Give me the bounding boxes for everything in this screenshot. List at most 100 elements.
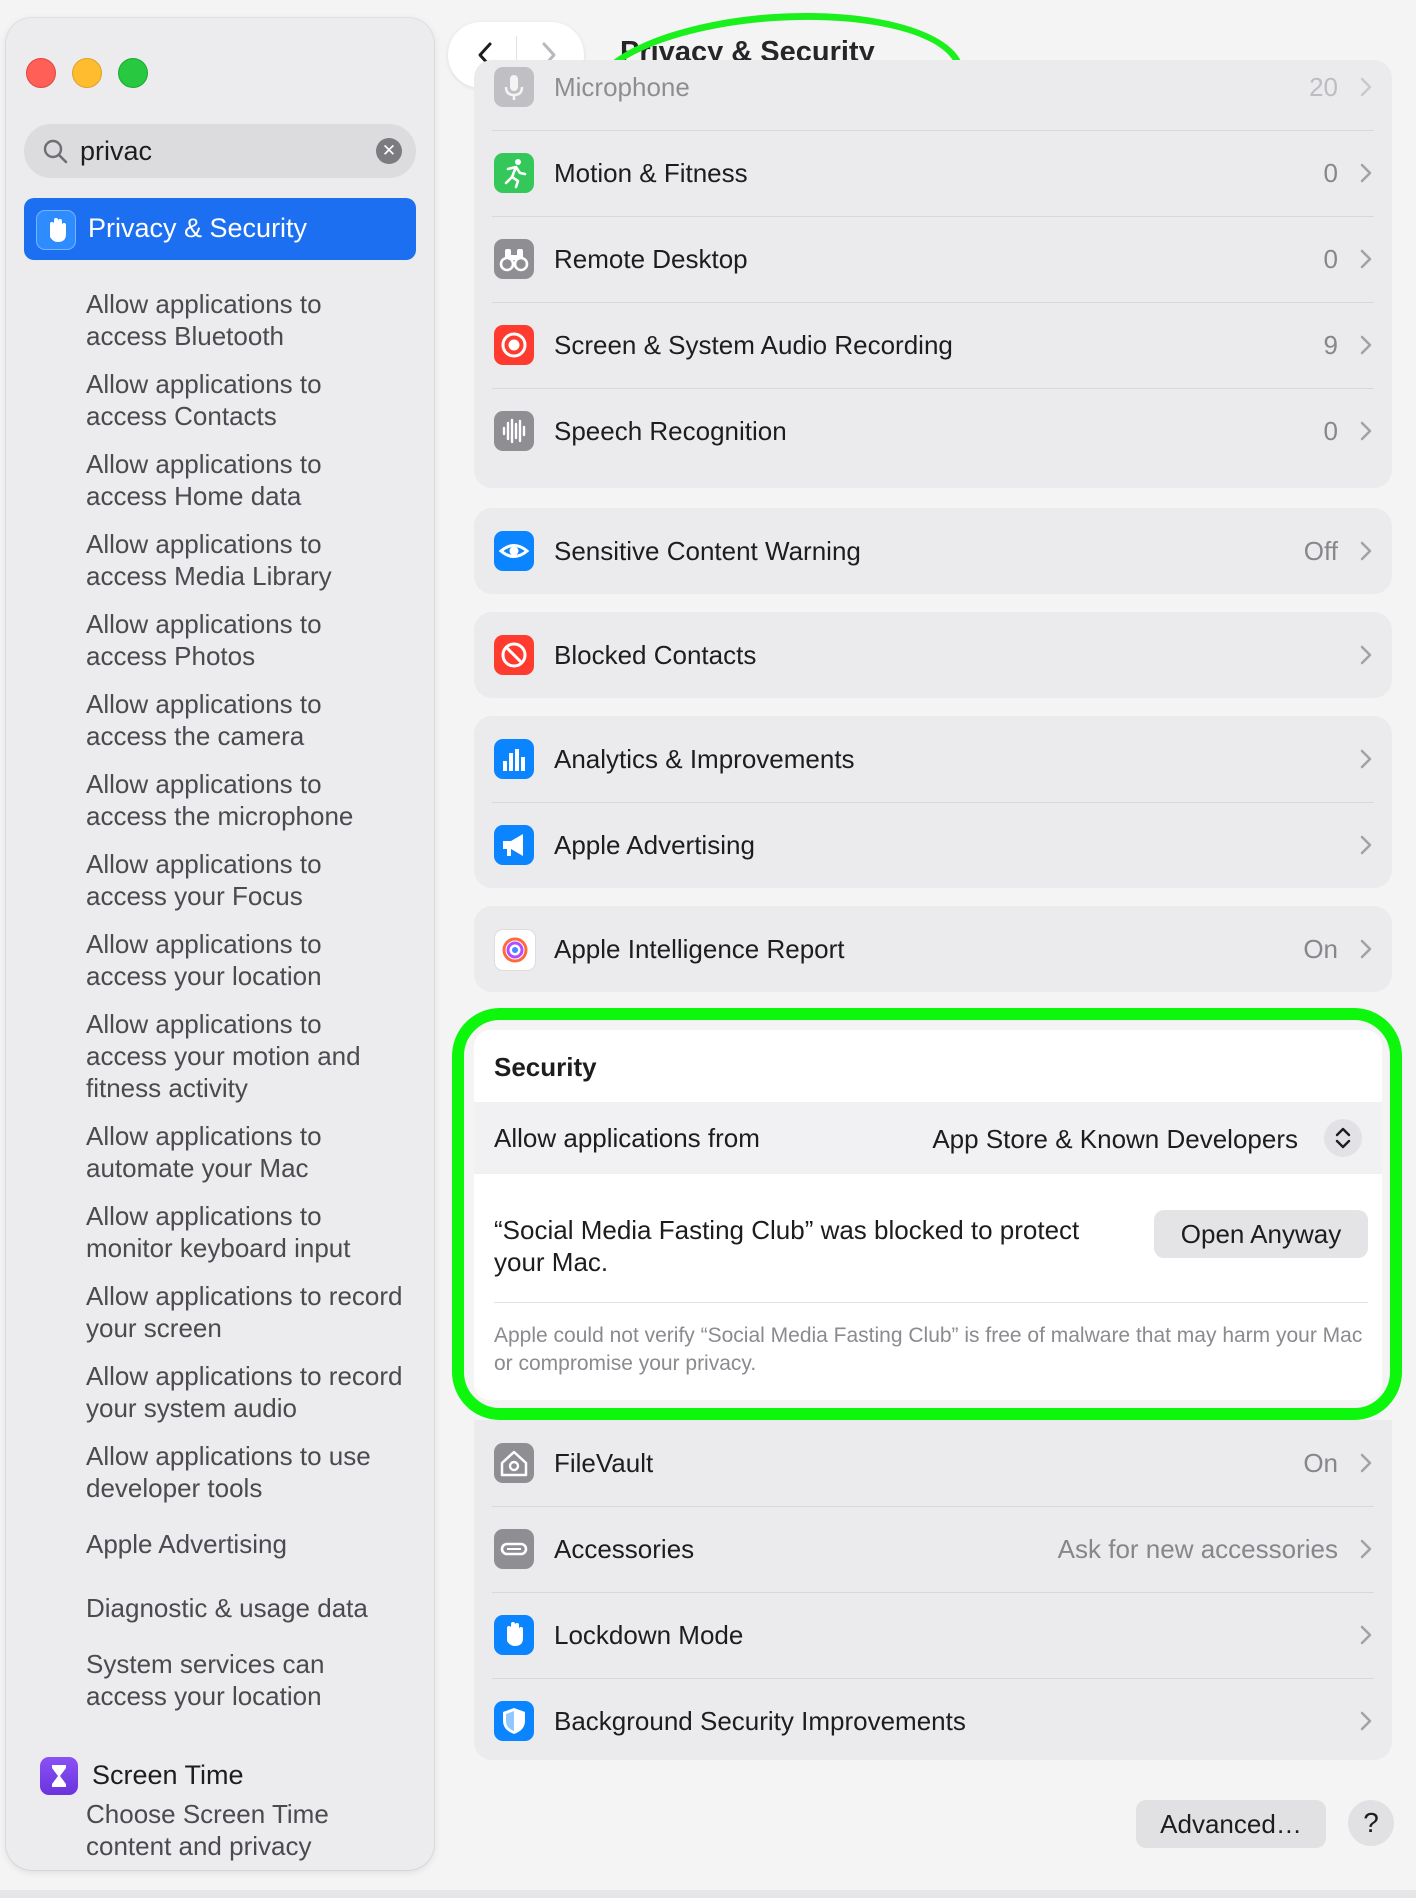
sidebar-subitem[interactable]: Allow applications to access Home data <box>86 448 406 512</box>
row-blocked-contacts[interactable]: Blocked Contacts <box>474 612 1392 698</box>
close-window-button[interactable] <box>26 58 56 88</box>
intelligence-group: Apple Intelligence Report On <box>474 906 1392 992</box>
help-button[interactable]: ? <box>1348 1800 1394 1846</box>
row-label: Apple Intelligence Report <box>554 934 845 964</box>
row-label: Motion & Fitness <box>554 158 748 188</box>
sidebar-subitem[interactable]: Allow applications to access the camera <box>86 688 406 752</box>
search-input[interactable]: privac <box>80 136 152 167</box>
sidebar-subitem[interactable]: Allow applications to access your locati… <box>86 928 406 992</box>
row-label: Microphone <box>554 72 690 102</box>
sidebar-item-privacy-security[interactable]: Privacy & Security <box>24 198 416 260</box>
row-label: Speech Recognition <box>554 416 787 446</box>
sensitive-content-group: Sensitive Content Warning Off <box>474 508 1392 594</box>
chevron-right-icon <box>1360 1711 1372 1731</box>
row-filevault[interactable]: FileVault On <box>474 1420 1392 1506</box>
running-figure-icon <box>494 153 534 193</box>
waveform-icon <box>494 411 534 451</box>
zoom-window-button[interactable] <box>118 58 148 88</box>
blocked-icon <box>494 635 534 675</box>
sidebar-item-label: Privacy & Security <box>88 213 308 243</box>
microphone-icon <box>494 67 534 107</box>
row-lockdown-mode[interactable]: Lockdown Mode <box>474 1592 1392 1678</box>
row-motion-fitness[interactable]: Motion & Fitness 0 <box>474 130 1392 216</box>
row-label: Lockdown Mode <box>554 1620 744 1650</box>
row-apple-intelligence-report[interactable]: Apple Intelligence Report On <box>474 906 1392 992</box>
clear-search-icon[interactable]: ✕ <box>376 138 402 164</box>
row-label: Background Security Improvements <box>554 1706 966 1736</box>
row-screen-system-audio-recording[interactable]: Screen & System Audio Recording 9 <box>474 302 1392 388</box>
sidebar-subitem[interactable]: Allow applications to automate your Mac <box>86 1120 406 1184</box>
analytics-group: Analytics & Improvements Apple Advertisin… <box>474 716 1392 888</box>
accessory-icon <box>494 1529 534 1569</box>
row-sensitive-content[interactable]: Sensitive Content Warning Off <box>474 508 1392 594</box>
megaphone-icon <box>494 825 534 865</box>
sidebar-subitem[interactable]: Allow applications to access Photos <box>86 608 406 672</box>
sidebar-subitem[interactable]: Allow applications to access Contacts <box>86 368 406 432</box>
row-value: 20 <box>1309 72 1338 102</box>
sidebar-subitem[interactable]: Allow applications to use developer tool… <box>86 1440 406 1504</box>
house-lock-icon <box>494 1443 534 1483</box>
sidebar-subitem[interactable]: Allow applications to access Bluetooth <box>86 288 406 352</box>
chevron-right-icon <box>1360 749 1372 769</box>
hand-icon <box>36 210 76 250</box>
sidebar-subitem[interactable]: Choose Screen Time content and privacy <box>86 1798 406 1862</box>
chevron-right-icon <box>1360 249 1372 269</box>
sidebar-subitem[interactable]: Diagnostic & usage data <box>86 1592 406 1624</box>
row-apple-advertising[interactable]: Apple Advertising <box>474 802 1392 888</box>
row-accessories[interactable]: Accessories Ask for new accessories <box>474 1506 1392 1592</box>
sidebar-item-label: Screen Time <box>92 1760 244 1790</box>
row-speech-recognition[interactable]: Speech Recognition 0 <box>474 388 1392 474</box>
binoculars-icon <box>494 239 534 279</box>
chevron-right-icon <box>1360 421 1372 441</box>
chevron-right-icon <box>1360 1625 1372 1645</box>
row-microphone[interactable]: Microphone 20 <box>474 44 1392 130</box>
minimize-window-button[interactable] <box>72 58 102 88</box>
chevron-right-icon <box>1360 939 1372 959</box>
sidebar-subitem[interactable]: Allow applications to access your Focus <box>86 848 406 912</box>
search-icon <box>43 139 68 164</box>
sidebar-subitem[interactable]: System services can access your location <box>86 1648 406 1712</box>
row-label: Remote Desktop <box>554 244 748 274</box>
blocked-contacts-group: Blocked Contacts <box>474 612 1392 698</box>
search-field[interactable]: privac ✕ <box>24 124 416 178</box>
chevron-right-icon <box>1360 541 1372 561</box>
row-label: Screen & System Audio Recording <box>554 330 953 360</box>
row-value: On <box>1303 1448 1338 1478</box>
security-highlight-annotation <box>452 1008 1402 1420</box>
row-label: Apple Advertising <box>554 830 755 860</box>
row-remote-desktop[interactable]: Remote Desktop 0 <box>474 216 1392 302</box>
chevron-right-icon <box>1360 835 1372 855</box>
sidebar-subitem[interactable]: Allow applications to access the microph… <box>86 768 406 832</box>
permissions-group: Microphone 20 Motion & Fitness 0 Remote Desk… <box>474 60 1392 488</box>
security-items-group: FileVault On Accessories Ask for new access… <box>474 1420 1392 1760</box>
row-value: 0 <box>1323 416 1338 446</box>
sidebar-subitem[interactable]: Allow applications to access Media Libra… <box>86 528 406 592</box>
hourglass-icon <box>40 1757 78 1795</box>
row-value: On <box>1303 934 1338 964</box>
row-label: Accessories <box>554 1534 695 1564</box>
sidebar-item-screen-time[interactable]: Screen Time <box>36 1756 416 1796</box>
row-label: FileVault <box>554 1448 654 1478</box>
sidebar-subitem[interactable]: Allow applications to access your motion… <box>86 1008 406 1104</box>
sidebar-subitem[interactable]: Apple Advertising <box>86 1528 406 1560</box>
apple-intelligence-icon <box>494 929 536 971</box>
sidebar-subitem[interactable]: Allow applications to record your system… <box>86 1360 406 1424</box>
sidebar-subitem[interactable]: Allow applications to monitor keyboard i… <box>86 1200 406 1264</box>
chevron-right-icon <box>1360 163 1372 183</box>
chevron-right-icon <box>1360 77 1372 97</box>
row-label: Sensitive Content Warning <box>554 536 861 566</box>
record-icon <box>494 325 534 365</box>
sidebar: privac ✕ Privacy & Security Allow applic… <box>6 18 434 1870</box>
row-value: Ask for new accessories <box>1057 1534 1338 1564</box>
sidebar-subitem[interactable]: Allow applications to record your screen <box>86 1280 406 1344</box>
chevron-right-icon <box>1360 1539 1372 1559</box>
row-analytics-improvements[interactable]: Analytics & Improvements <box>474 716 1392 802</box>
row-value: Off <box>1303 536 1338 566</box>
chevron-right-icon <box>1360 645 1372 665</box>
chevron-right-icon <box>1360 335 1372 355</box>
bar-chart-icon <box>494 739 534 779</box>
row-background-security-improvements[interactable]: Background Security Improvements <box>474 1678 1392 1764</box>
advanced-button[interactable]: Advanced… <box>1136 1800 1326 1848</box>
eye-warning-icon <box>494 531 534 571</box>
shield-icon <box>494 1701 534 1741</box>
